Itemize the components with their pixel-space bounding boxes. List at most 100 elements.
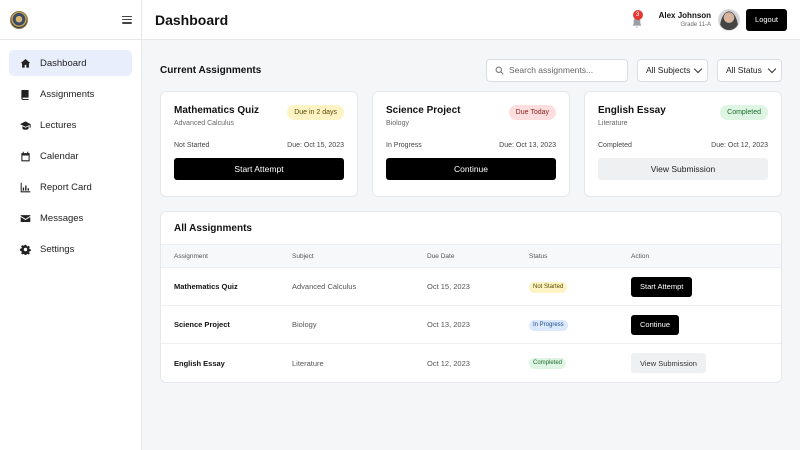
view-submission-button[interactable]: View Submission <box>631 353 706 373</box>
logout-button[interactable]: Logout <box>746 8 787 31</box>
status-cell: Not Started <box>529 281 631 293</box>
status-cell: In Progress <box>529 319 631 331</box>
card-meta: In Progress Due: Oct 13, 2023 <box>386 142 556 149</box>
assignment-cell: Science Project <box>174 320 230 329</box>
assignments-toolbar: Current Assignments All Subjects All Sta… <box>160 58 782 82</box>
card-subject: Advanced Calculus <box>174 120 234 127</box>
home-icon <box>18 56 32 70</box>
card-status: Completed <box>598 142 632 149</box>
table-row: Science Project Biology Oct 13, 2023 In … <box>161 306 781 344</box>
sidebar-item-label: Calendar <box>40 150 79 162</box>
notification-badge: 3 <box>632 9 643 20</box>
sidebar-item-assignments[interactable]: Assignments <box>9 81 132 107</box>
action-cell: Continue <box>631 314 781 335</box>
current-assignments-title: Current Assignments <box>160 64 262 76</box>
assignment-cards: Mathematics Quiz Advanced Calculus Due i… <box>160 91 782 197</box>
avatar[interactable] <box>718 8 741 31</box>
calendar-icon <box>18 149 32 163</box>
user-info: Alex Johnson Grade 11-A <box>659 11 711 28</box>
card-due-date: Due: Oct 15, 2023 <box>287 142 344 149</box>
card-due-date: Due: Oct 13, 2023 <box>499 142 556 149</box>
page-title: Dashboard <box>155 11 229 28</box>
subject-cell: Literature <box>292 358 324 368</box>
card-due-date: Due: Oct 12, 2023 <box>711 142 768 149</box>
menu-icon[interactable] <box>122 15 132 24</box>
subject-filter-value: All Subjects <box>646 65 691 75</box>
envelope-icon <box>18 211 32 225</box>
sidebar-header <box>0 0 141 40</box>
column-header: Due Date <box>427 252 455 260</box>
card-meta: Not Started Due: Oct 15, 2023 <box>174 142 344 149</box>
assignment-cell: English Essay <box>174 358 225 368</box>
sidebar-item-label: Lectures <box>40 119 77 131</box>
due-date-cell: Oct 13, 2023 <box>427 320 470 329</box>
sidebar-item-label: Settings <box>40 243 75 255</box>
assignment-card: Science Project Biology Due Today In Pro… <box>372 91 570 197</box>
assignment-cell: Mathematics Quiz <box>174 282 238 291</box>
all-assignments-title: All Assignments <box>161 212 781 245</box>
card-subject: Biology <box>386 120 409 127</box>
status-badge: In Progress <box>529 319 568 331</box>
sidebar-item-label: Messages <box>40 212 84 224</box>
due-date-cell: Oct 15, 2023 <box>427 282 470 291</box>
notification-button[interactable]: 3 <box>631 9 645 28</box>
status-badge: Not Started <box>529 281 568 293</box>
all-assignments-table: All Assignments Assignment Subject Due D… <box>160 211 782 383</box>
subject-cell: Biology <box>292 320 317 329</box>
table-row: Mathematics Quiz Advanced Calculus Oct 1… <box>161 268 781 306</box>
status-filter-select[interactable]: All Status <box>717 58 782 82</box>
top-header: Dashboard 3 Alex Johnson Grade 11-A Logo… <box>142 0 800 40</box>
chevron-down-icon <box>693 64 703 73</box>
sidebar: Dashboard Assignments Lectures Calendar … <box>0 0 142 450</box>
completed-badge: Completed <box>720 105 768 120</box>
graduation-cap-icon <box>18 118 32 132</box>
subject-filter-select[interactable]: All Subjects <box>637 58 708 82</box>
assignment-card: Mathematics Quiz Advanced Calculus Due i… <box>160 91 358 197</box>
card-meta: Completed Due: Oct 12, 2023 <box>598 142 768 149</box>
action-cell: Start Attempt <box>631 276 781 297</box>
card-subject: Literature <box>598 120 628 127</box>
continue-button[interactable]: Continue <box>386 158 556 180</box>
sidebar-item-settings[interactable]: Settings <box>9 236 132 262</box>
due-badge: Due in 2 days <box>287 105 344 120</box>
column-header: Status <box>529 252 548 260</box>
table-header-row: Assignment Subject Due Date Status Actio… <box>161 245 781 268</box>
subject-cell: Advanced Calculus <box>292 282 357 291</box>
main-content: Current Assignments All Subjects All Sta… <box>160 58 782 383</box>
table-row: English Essay Literature Oct 12, 2023 Co… <box>161 344 781 382</box>
search-input[interactable] <box>509 65 619 75</box>
due-date-cell: Oct 12, 2023 <box>427 358 470 368</box>
due-badge: Due Today <box>508 105 556 120</box>
status-badge: Completed <box>529 358 567 369</box>
sidebar-item-label: Report Card <box>40 181 92 193</box>
sidebar-item-dashboard[interactable]: Dashboard <box>9 50 132 76</box>
card-status: In Progress <box>386 142 422 149</box>
sidebar-nav: Dashboard Assignments Lectures Calendar … <box>0 40 141 277</box>
column-header: Subject <box>292 252 314 260</box>
action-cell: View Submission <box>631 353 781 373</box>
sidebar-item-label: Dashboard <box>40 57 87 69</box>
continue-button[interactable]: Continue <box>631 314 680 335</box>
sidebar-item-messages[interactable]: Messages <box>9 205 132 231</box>
search-icon <box>495 66 504 75</box>
sidebar-item-report-card[interactable]: Report Card <box>9 174 132 200</box>
chevron-down-icon <box>767 64 777 73</box>
start-attempt-button[interactable]: Start Attempt <box>631 276 693 297</box>
user-grade: Grade 11-A <box>680 22 712 28</box>
user-name: Alex Johnson <box>658 11 712 20</box>
sidebar-item-label: Assignments <box>40 88 95 100</box>
sidebar-item-calendar[interactable]: Calendar <box>9 143 132 169</box>
card-status: Not Started <box>174 142 210 149</box>
status-filter-value: All Status <box>726 65 762 75</box>
bar-chart-icon <box>18 180 32 194</box>
gear-icon <box>18 242 32 256</box>
sidebar-item-lectures[interactable]: Lectures <box>9 112 132 138</box>
start-attempt-button[interactable]: Start Attempt <box>174 158 344 180</box>
school-logo <box>10 10 28 29</box>
view-submission-button[interactable]: View Submission <box>598 158 768 180</box>
search-box[interactable] <box>486 58 628 82</box>
status-cell: Completed <box>529 357 631 369</box>
column-header: Action <box>631 252 650 260</box>
book-icon <box>18 87 32 101</box>
column-header: Assignment <box>174 252 208 260</box>
